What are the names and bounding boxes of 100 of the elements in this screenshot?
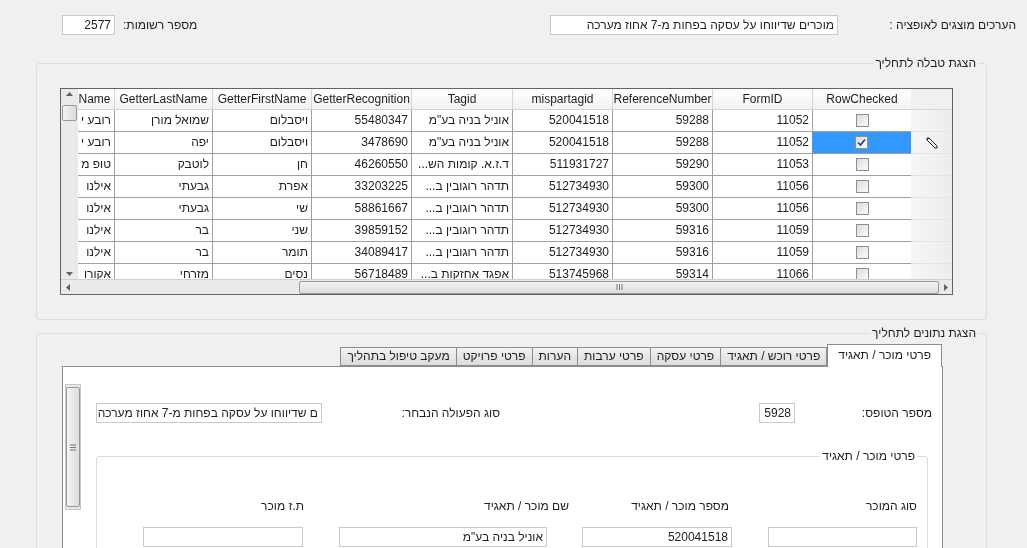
- tab[interactable]: פרטי מוכר / תאגיד: [827, 344, 942, 367]
- input-field[interactable]: [143, 527, 303, 547]
- table-cell: יפה: [114, 132, 212, 154]
- row-checkbox[interactable]: [855, 180, 869, 193]
- table-cell: אוניל בניה בע"מ: [411, 110, 512, 132]
- form-number-label: מספר הטופס:: [860, 405, 932, 422]
- tab[interactable]: פרטי פרויקט: [455, 347, 533, 366]
- table-cell: מזרחי: [114, 264, 212, 279]
- table-cell: 58861667: [311, 198, 411, 220]
- row-header[interactable]: [911, 132, 952, 154]
- row-checkbox[interactable]: [855, 202, 869, 215]
- corner-header: [911, 89, 952, 109]
- table-cell: תדהר רוגובין ב...: [411, 242, 512, 264]
- column-header[interactable]: Tagid: [411, 89, 512, 109]
- tab[interactable]: פרטי עסקה: [649, 347, 722, 366]
- group-title: פרטי מוכר / תאגיד: [821, 448, 916, 465]
- table-cell: שמואל מורן: [114, 110, 212, 132]
- table-cell: חן: [212, 154, 311, 176]
- row-checkbox[interactable]: [855, 136, 868, 149]
- option-label: הערכים מוצגים לאופציה :: [888, 17, 1016, 34]
- table-cell: ויסבלום: [212, 132, 311, 154]
- table-cell: ויסבלום: [212, 110, 311, 132]
- scroll-up-arrow-icon[interactable]: [65, 92, 73, 96]
- column-header[interactable]: GetterRecognition: [311, 89, 411, 109]
- table-cell: רובע י: [77, 110, 114, 132]
- scroll-thumb[interactable]: [299, 280, 939, 294]
- table-cell: אילנו: [77, 220, 114, 242]
- table-cell: 11056: [712, 198, 812, 220]
- table-cell: 55480347: [311, 110, 411, 132]
- checkbox-cell[interactable]: [812, 176, 911, 198]
- table-cell: 59316: [612, 220, 712, 242]
- table-cell: 59316: [612, 242, 712, 264]
- tab[interactable]: הערות: [531, 347, 578, 366]
- row-checkbox[interactable]: [855, 268, 869, 279]
- checkbox-cell[interactable]: [812, 220, 911, 242]
- group-title: הצגת נתונים לתחליך: [871, 325, 977, 342]
- grip-icon: [70, 443, 76, 451]
- table-cell: בר: [114, 242, 212, 264]
- tab[interactable]: פרטי ערבות: [577, 347, 651, 366]
- table-cell: 512734930: [512, 220, 612, 242]
- records-count-label: מספר רשומות:: [123, 17, 198, 34]
- scroll-left-arrow-icon[interactable]: [66, 283, 70, 291]
- row-checkbox[interactable]: [855, 246, 869, 259]
- table-cell: 513745968: [512, 264, 612, 279]
- form-number-field[interactable]: 5928: [759, 403, 795, 423]
- column-header[interactable]: ReferenceNumber: [612, 89, 712, 109]
- table-cell: גבעתי: [114, 198, 212, 220]
- option-field[interactable]: מוכרים שדיווחו על עסקה בפחות מ-7 אחוז מערכה: [550, 15, 838, 35]
- group-title: הצגת טבלה לתחליך: [874, 55, 977, 72]
- scroll-thumb[interactable]: [61, 105, 77, 121]
- table-cell: 59290: [612, 154, 712, 176]
- table-cell: 46260550: [311, 154, 411, 176]
- table-cell: גבעתי: [114, 176, 212, 198]
- table-cell: נסים: [212, 264, 311, 279]
- column-header[interactable]: mispartagid: [512, 89, 612, 109]
- table-cell: אוניל בניה בע"מ: [411, 132, 512, 154]
- table-cell: תדהר רוגובין ב...: [411, 220, 512, 242]
- table-cell: 512734930: [512, 198, 612, 220]
- vertical-scrollbar[interactable]: [61, 89, 78, 279]
- table-cell: שני: [212, 220, 311, 242]
- table-cell: תדהר רוגובין ב...: [411, 176, 512, 198]
- records-count-field[interactable]: 2577: [62, 15, 115, 35]
- column-header[interactable]: GetterFirstName: [212, 89, 311, 109]
- checkbox-cell[interactable]: [812, 154, 911, 176]
- table-cell: אפרת: [212, 176, 311, 198]
- table-cell: 33203225: [311, 176, 411, 198]
- table-cell: אילנו: [77, 242, 114, 264]
- column-header[interactable]: RowChecked: [812, 89, 911, 109]
- table-cell: 11053: [712, 154, 812, 176]
- field-label: שם מוכר / תאגיד: [483, 498, 569, 515]
- row-checkbox[interactable]: [855, 114, 869, 127]
- tab[interactable]: פרטי רוכש / תאגיד: [720, 347, 828, 366]
- table-cell: 511931727: [512, 154, 612, 176]
- column-header[interactable]: FormID: [712, 89, 812, 109]
- scroll-right-arrow-icon[interactable]: [943, 283, 948, 291]
- table-cell: 11056: [712, 176, 812, 198]
- input-field[interactable]: אוניל בניה בע"מ: [339, 527, 547, 547]
- table-cell: 11052: [712, 132, 812, 154]
- table-cell: בר: [114, 220, 212, 242]
- tab[interactable]: מעקב טיפול בתהליך: [340, 347, 457, 366]
- table-cell: 59288: [612, 132, 712, 154]
- pencil-icon: [925, 136, 938, 149]
- checkbox-cell[interactable]: [812, 242, 911, 264]
- table-cell: 11059: [712, 242, 812, 264]
- table-cell: 512734930: [512, 176, 612, 198]
- checkbox-cell[interactable]: [812, 198, 911, 220]
- column-header[interactable]: GetterLastName: [114, 89, 212, 109]
- action-type-field[interactable]: ם שדיווחו על עסקה בפחות מ-7 אחוז מערכה: [96, 403, 322, 423]
- row-checkbox[interactable]: [855, 224, 869, 237]
- row-checkbox[interactable]: [855, 158, 869, 171]
- action-type-label: סוג הפעולה הנבחר:: [400, 405, 500, 422]
- input-field[interactable]: [768, 527, 917, 547]
- input-field[interactable]: 520041518: [582, 527, 732, 547]
- checkbox-cell[interactable]: [812, 110, 911, 132]
- checkbox-cell[interactable]: [812, 132, 911, 154]
- scroll-down-arrow-icon[interactable]: [65, 272, 73, 276]
- field-label: סוג המוכר: [864, 498, 917, 515]
- table-cell: תדהר רוגובין ב...: [411, 198, 512, 220]
- table-cell: 3478690: [311, 132, 411, 154]
- horizontal-scrollbar[interactable]: [61, 279, 952, 294]
